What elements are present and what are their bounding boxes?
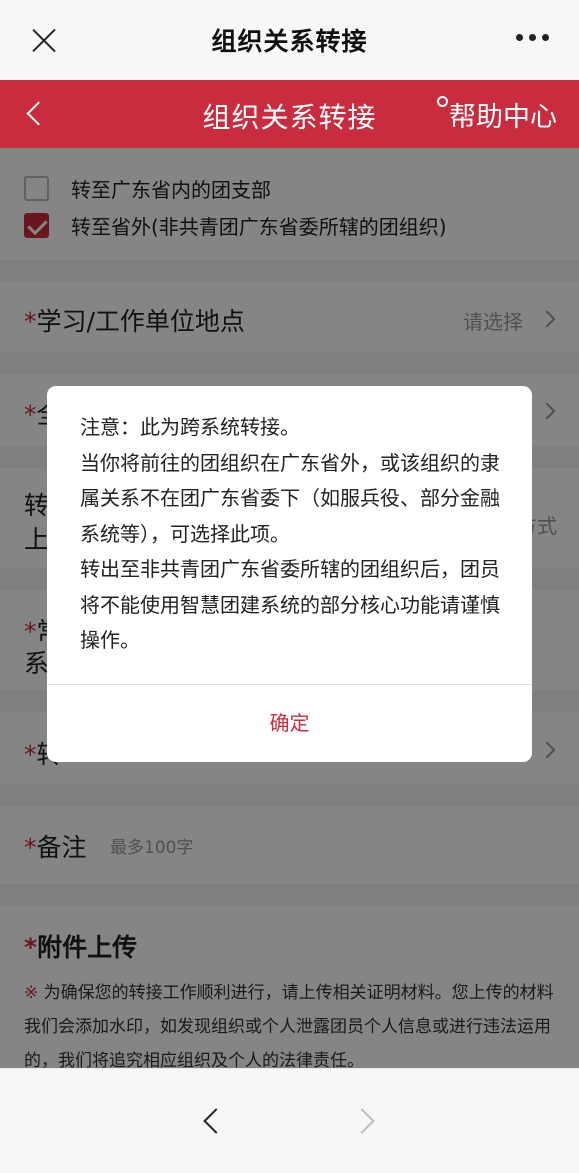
browser-bottom-nav: [0, 1068, 579, 1173]
help-ring-icon: [437, 96, 448, 107]
help-center-link[interactable]: 帮助中心: [437, 95, 557, 134]
notice-dialog: 注意：此为跨系统转接。 当你将前往的团组织在广东省外，或该组织的隶属关系不在团广…: [47, 386, 532, 762]
nav-back-icon[interactable]: [197, 1105, 227, 1135]
app-header: 组织关系转接 帮助中心: [0, 80, 579, 148]
nav-forward-icon[interactable]: [350, 1105, 380, 1135]
close-icon[interactable]: [30, 26, 58, 54]
wechat-page-title: 组织关系转接: [211, 27, 368, 56]
confirm-button[interactable]: 确定: [47, 685, 532, 762]
dialog-line-3: 转出至非共青团广东省委所辖的团组织后，团员将不能使用智慧团建系统的部分核心功能请…: [80, 557, 500, 652]
dialog-line-1: 注意：此为跨系统转接。: [80, 415, 300, 439]
help-center-label: 帮助中心: [449, 102, 557, 133]
wechat-top-bar: 组织关系转接: [0, 0, 579, 80]
more-options-icon[interactable]: [516, 34, 549, 41]
dialog-message: 注意：此为跨系统转接。 当你将前往的团组织在广东省外，或该组织的隶属关系不在团广…: [80, 410, 504, 659]
dialog-line-2: 当你将前往的团组织在广东省外，或该组织的隶属关系不在团广东省委下（如服兵役、部分…: [80, 450, 500, 546]
